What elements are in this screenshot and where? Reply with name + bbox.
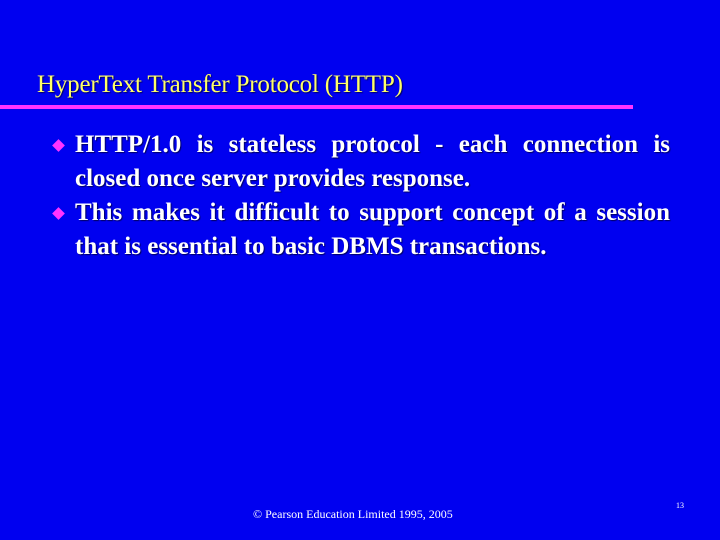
slide-title: HyperText Transfer Protocol (HTTP) <box>37 71 403 98</box>
bullet-text: This makes it difficult to support conce… <box>75 199 670 260</box>
bullet-list: HTTP/1.0 is stateless protocol - each co… <box>50 128 670 264</box>
copyright-footer: © Pearson Education Limited 1995, 2005 <box>253 507 453 521</box>
bullet-item: This makes it difficult to support conce… <box>50 196 670 264</box>
bullet-text: HTTP/1.0 is stateless protocol - each co… <box>75 131 670 192</box>
diamond-bullet-icon <box>52 139 65 152</box>
diamond-bullet-icon <box>52 207 65 220</box>
bullet-item: HTTP/1.0 is stateless protocol - each co… <box>50 128 670 196</box>
title-underline-divider <box>0 105 633 109</box>
page-number: 13 <box>676 501 684 510</box>
slide: HyperText Transfer Protocol (HTTP) HTTP/… <box>0 0 720 540</box>
